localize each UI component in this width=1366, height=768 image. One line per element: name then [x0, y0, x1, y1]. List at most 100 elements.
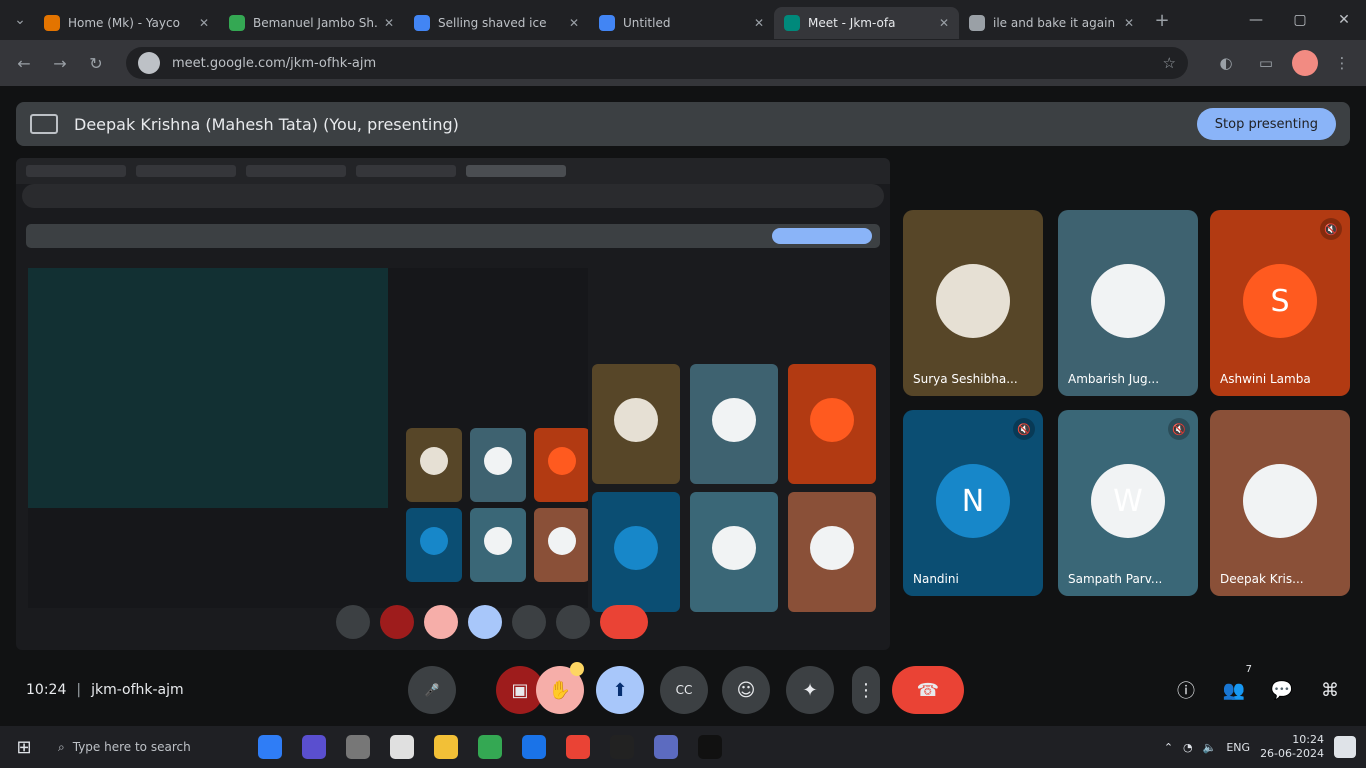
hand-raised-badge — [570, 662, 584, 676]
participant-tile[interactable]: N Nandini 🔇 — [903, 410, 1043, 596]
profile-avatar[interactable] — [1292, 50, 1318, 76]
present-button[interactable]: ⬆ — [596, 666, 644, 714]
tab-close-icon[interactable]: ✕ — [939, 16, 949, 30]
mirror-participant-avatar — [810, 526, 854, 570]
browser-tab[interactable]: Meet - Jkm-ofa ✕ — [774, 7, 959, 39]
browser-tab[interactable]: Bemanuel Jambo Sh... ✕ — [219, 7, 404, 39]
notification-icon[interactable] — [1334, 736, 1356, 758]
mirror-participant-tile — [592, 364, 680, 484]
tab-close-icon[interactable]: ✕ — [384, 16, 394, 30]
mirror-end-call — [600, 605, 648, 639]
taskbar-app-icon[interactable] — [248, 726, 292, 768]
mic-button[interactable]: 🎤 — [408, 666, 456, 714]
mirror-participant-avatar — [420, 447, 448, 475]
mirror-participant-avatar — [614, 398, 658, 442]
taskbar-search[interactable]: ⌕ Type here to search — [48, 726, 248, 768]
clock[interactable]: 10:24 26-06-2024 — [1260, 733, 1324, 761]
app-glyph — [522, 735, 546, 759]
mirror-tab — [466, 165, 566, 177]
people-button[interactable]: 👥 7 — [1220, 664, 1252, 704]
taskbar-app-icon[interactable] — [512, 726, 556, 768]
participant-avatar — [1243, 464, 1317, 538]
mic-off-icon: 🔇 — [1168, 418, 1190, 440]
close-window-icon[interactable]: ✕ — [1322, 0, 1366, 40]
tab-close-icon[interactable]: ✕ — [199, 16, 209, 30]
meet-stage: Deepak Krishna (Mahesh Tata) (You, prese… — [0, 86, 1366, 726]
effects-button[interactable]: ✦ — [786, 666, 834, 714]
mirror-participant-avatar — [548, 447, 576, 475]
meeting-time: 10:24 — [26, 682, 67, 698]
separator: | — [76, 682, 82, 698]
participant-tile[interactable]: W Sampath Parv... 🔇 — [1058, 410, 1198, 596]
maximize-icon[interactable]: ▢ — [1278, 0, 1322, 40]
hand-button[interactable]: ✋ — [536, 662, 584, 714]
stop-presenting-button[interactable]: Stop presenting — [1196, 108, 1336, 140]
language-indicator[interactable]: ENG — [1226, 741, 1250, 754]
participant-avatar: W — [1091, 464, 1165, 538]
participant-tile[interactable]: Ambarish Jug... — [1058, 210, 1198, 396]
mic-off-icon: 🔇 — [1320, 218, 1342, 240]
captions-button[interactable]: CC — [660, 666, 708, 714]
minimize-icon[interactable]: — — [1234, 0, 1278, 40]
taskbar-app-icon[interactable] — [292, 726, 336, 768]
taskbar-app-icon[interactable] — [600, 726, 644, 768]
mirror-participant-avatar — [810, 398, 854, 442]
browser-tab[interactable]: Untitled ✕ — [589, 7, 774, 39]
mirror-participant-tile — [406, 508, 462, 582]
chat-button[interactable]: 💬 — [1268, 676, 1296, 704]
effects-icon: ✦ — [802, 679, 818, 701]
taskbar-app-icon[interactable] — [468, 726, 512, 768]
mirror-participant-tile — [534, 428, 588, 502]
taskbar-app-icon[interactable] — [424, 726, 468, 768]
volume-icon[interactable]: 🔈 — [1203, 741, 1217, 754]
app-glyph — [258, 735, 282, 759]
windows-start-icon[interactable]: ⊞ — [0, 726, 48, 768]
forward-arrow-icon[interactable]: → — [44, 47, 76, 79]
new-tab-button[interactable]: + — [1148, 6, 1176, 34]
extension-icon[interactable]: ◐ — [1210, 47, 1242, 79]
tab-favicon-icon — [229, 15, 245, 31]
participant-tile[interactable]: Surya Seshibha... — [903, 210, 1043, 396]
more-button[interactable]: ⋮ — [852, 666, 880, 714]
mirror-tab-bar — [16, 158, 890, 184]
network-icon[interactable]: ◔ — [1183, 741, 1193, 754]
browser-toolbar: ← → ↻ meet.google.com/jkm-ofhk-ajm ☆ ◐ ▭… — [0, 40, 1366, 86]
sidebar-icon[interactable]: ▭ — [1250, 47, 1282, 79]
participant-name: Ashwini Lamba — [1220, 372, 1311, 386]
taskbar-app-icon[interactable] — [644, 726, 688, 768]
participant-tile[interactable]: S Ashwini Lamba 🔇 — [1210, 210, 1350, 396]
browser-tab[interactable]: Selling shaved ice ✕ — [404, 7, 589, 39]
address-bar[interactable]: meet.google.com/jkm-ofhk-ajm ☆ — [126, 47, 1188, 79]
activities-button[interactable]: ⌘ — [1316, 676, 1344, 704]
taskbar-app-icon[interactable] — [380, 726, 424, 768]
taskbar-app-icon[interactable] — [688, 726, 732, 768]
mirror-participant-avatar — [484, 447, 512, 475]
menu-icon[interactable]: ⋮ — [1326, 47, 1358, 79]
mirror-control — [380, 605, 414, 639]
info-button[interactable]: ⓘ — [1172, 676, 1200, 704]
browser-tab[interactable]: Home (Mk) - Yayco ✕ — [34, 7, 219, 39]
mirror-participant-avatar — [484, 527, 512, 555]
tab-search-icon[interactable]: ⌄ — [6, 6, 34, 34]
star-icon[interactable]: ☆ — [1163, 54, 1176, 72]
mirror-participant-tile — [534, 508, 588, 582]
taskbar-app-icon[interactable] — [556, 726, 600, 768]
tab-close-icon[interactable]: ✕ — [569, 16, 579, 30]
mirror-participant-tile — [470, 508, 526, 582]
reactions-button[interactable]: ☺ — [722, 666, 770, 714]
back-arrow-icon[interactable]: ← — [8, 47, 40, 79]
tab-favicon-icon — [784, 15, 800, 31]
tab-close-icon[interactable]: ✕ — [1124, 16, 1134, 30]
participant-tile[interactable]: Deepak Kris... — [1210, 410, 1350, 596]
reload-icon[interactable]: ↻ — [80, 47, 112, 79]
participant-name: Sampath Parv... — [1068, 572, 1163, 586]
tab-close-icon[interactable]: ✕ — [754, 16, 764, 30]
site-info-icon[interactable] — [138, 52, 160, 74]
mirror-stop-button — [772, 228, 872, 244]
leave-call-button[interactable]: ☎ — [892, 666, 964, 714]
chevron-up-icon[interactable]: ⌃ — [1164, 741, 1173, 754]
taskbar-app-icon[interactable] — [336, 726, 380, 768]
browser-tab[interactable]: ile and bake it again ✕ — [959, 7, 1144, 39]
tab-label: Home (Mk) - Yayco — [68, 16, 180, 30]
app-glyph — [302, 735, 326, 759]
